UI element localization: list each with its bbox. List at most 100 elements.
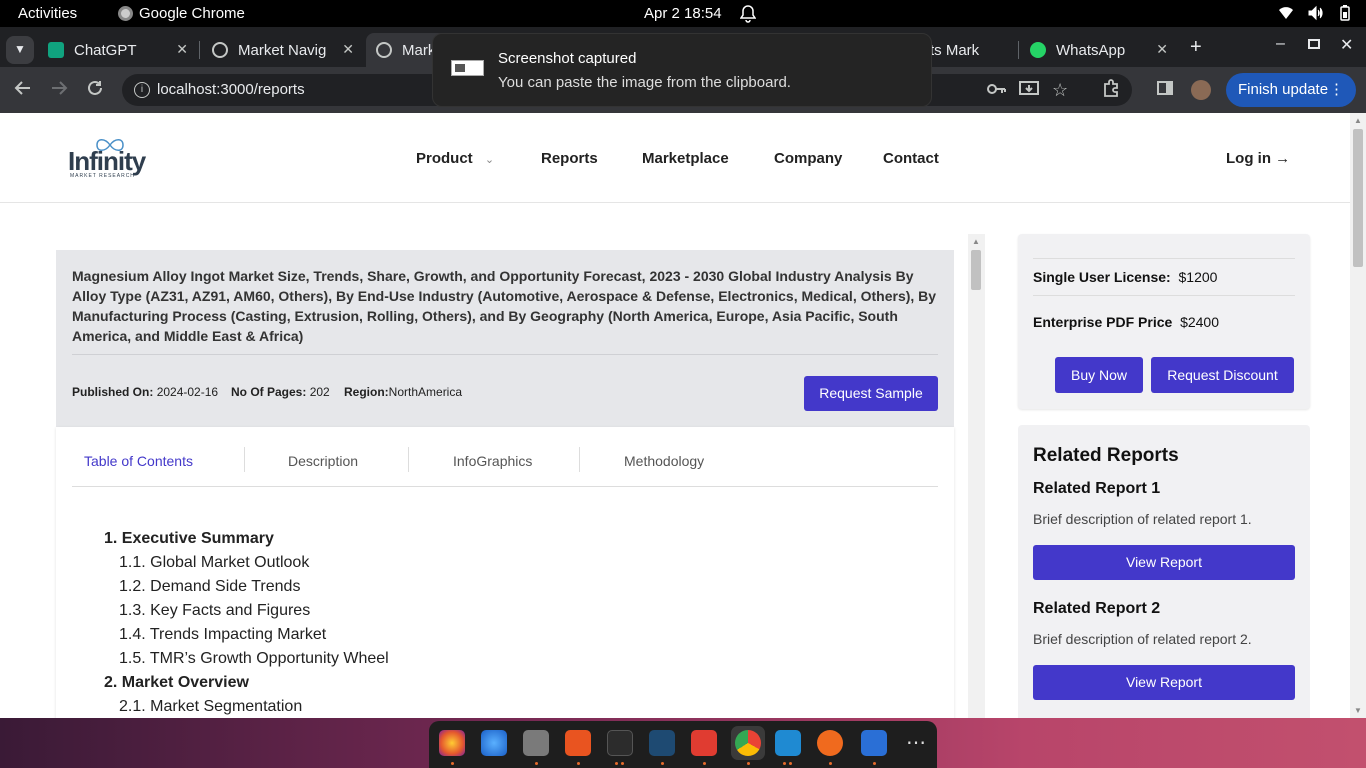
related-reports-title: Related Reports bbox=[1033, 445, 1179, 466]
divider bbox=[1033, 295, 1295, 296]
app-grid-icon[interactable]: ⋯ bbox=[903, 730, 929, 756]
terminal-icon[interactable] bbox=[607, 730, 633, 756]
page-scrollbar[interactable]: ▲ ▼ bbox=[1350, 113, 1366, 718]
tab-description[interactable]: Description bbox=[288, 453, 358, 469]
restore-icon[interactable] bbox=[1308, 39, 1320, 49]
finish-update-label: Finish update bbox=[1238, 81, 1329, 98]
back-icon[interactable] bbox=[14, 79, 32, 97]
chrome-icon bbox=[735, 730, 761, 756]
tab-label: Market Navig bbox=[238, 41, 327, 59]
app-menu[interactable]: Google Chrome bbox=[118, 5, 245, 22]
view-report-button[interactable]: View Report bbox=[1033, 545, 1295, 580]
text-editor-icon[interactable] bbox=[861, 730, 887, 756]
toc-item: 1.5. TMR’s Growth Opportunity Wheel bbox=[119, 650, 389, 667]
software-center-icon[interactable] bbox=[565, 730, 591, 756]
toc-item: 1.4. Trends Impacting Market bbox=[119, 626, 327, 643]
thunderbird-icon[interactable] bbox=[481, 730, 507, 756]
forward-icon[interactable] bbox=[50, 79, 68, 97]
tab-market-partial[interactable]: ts Mark bbox=[920, 33, 1020, 67]
scrollbar-thumb[interactable] bbox=[1353, 129, 1363, 267]
dock: ⋯ bbox=[429, 721, 937, 768]
kebab-menu-icon: ⋮ bbox=[1329, 81, 1344, 98]
toc-section: 2. Market Overview bbox=[104, 674, 249, 691]
request-sample-button[interactable]: Request Sample bbox=[804, 376, 938, 411]
scroll-down-icon[interactable]: ▼ bbox=[1354, 706, 1362, 715]
minimize-icon[interactable]: – bbox=[1276, 35, 1285, 53]
published-value: 2024-02-16 bbox=[156, 385, 219, 399]
tab-market-navig[interactable]: Market Navig ✕ bbox=[202, 33, 364, 67]
tab-whatsapp[interactable]: WhatsApp ✕ bbox=[1020, 33, 1178, 67]
login-link[interactable]: Log in → bbox=[1226, 150, 1290, 167]
reload-icon[interactable] bbox=[86, 79, 104, 97]
tab-chatgpt[interactable]: ChatGPT ✕ bbox=[38, 33, 198, 67]
battery-icon bbox=[1338, 5, 1352, 21]
notification-message: You can paste the image from the clipboa… bbox=[498, 74, 791, 91]
activities-button[interactable]: Activities bbox=[18, 5, 77, 22]
tab-search-button[interactable]: ▼ bbox=[0, 33, 40, 67]
notification-title: Screenshot captured bbox=[498, 50, 637, 67]
request-discount-button[interactable]: Request Discount bbox=[1151, 357, 1294, 393]
key-icon[interactable] bbox=[987, 80, 1007, 98]
tab-methodology[interactable]: Methodology bbox=[624, 453, 704, 469]
site-info-icon[interactable]: i bbox=[134, 82, 150, 98]
close-icon[interactable]: ✕ bbox=[342, 41, 354, 58]
install-app-icon[interactable] bbox=[1019, 80, 1039, 98]
toc-item: 1.2. Demand Side Trends bbox=[119, 578, 301, 595]
divider bbox=[72, 486, 938, 487]
new-tab-icon[interactable]: + bbox=[1190, 36, 1202, 59]
chevron-down-icon: ⌄ bbox=[484, 154, 495, 166]
logo[interactable]: Infinity MARKET RESEARCH bbox=[68, 138, 148, 183]
pages-value: 202 bbox=[309, 385, 330, 399]
region-value: NorthAmerica bbox=[388, 385, 463, 399]
nav-company[interactable]: Company bbox=[774, 150, 842, 167]
tab-table-of-contents[interactable]: Table of Contents bbox=[84, 453, 193, 469]
scroll-up-icon[interactable]: ▲ bbox=[1354, 116, 1362, 125]
related-report-name: Related Report 2 bbox=[1033, 600, 1161, 617]
content-scrollbar[interactable]: ▲ bbox=[968, 234, 985, 718]
screenshot-notification[interactable]: Screenshot captured You can paste the im… bbox=[432, 33, 932, 107]
finish-update-button[interactable]: Finish update ⋮ bbox=[1226, 73, 1356, 107]
nav-marketplace[interactable]: Marketplace bbox=[642, 150, 729, 167]
enterprise-license-row: Enterprise PDF Price $2400 bbox=[1033, 314, 1219, 330]
nav-reports[interactable]: Reports bbox=[541, 150, 598, 167]
clock[interactable]: Apr 2 18:54 bbox=[644, 5, 722, 22]
side-panel-icon[interactable] bbox=[1156, 79, 1174, 97]
close-icon[interactable]: ✕ bbox=[1156, 41, 1168, 58]
url-text[interactable]: localhost:3000/reports bbox=[157, 81, 305, 98]
screenshot-thumbnail-icon bbox=[451, 60, 484, 76]
profile-avatar[interactable] bbox=[1191, 80, 1211, 100]
divider bbox=[1033, 258, 1295, 259]
scroll-up-icon[interactable]: ▲ bbox=[972, 237, 980, 246]
view-report-button[interactable]: View Report bbox=[1033, 665, 1295, 700]
nav-contact[interactable]: Contact bbox=[883, 150, 939, 167]
single-license-label: Single User License: bbox=[1033, 269, 1171, 285]
postman-icon[interactable] bbox=[817, 730, 843, 756]
system-tray[interactable] bbox=[1278, 5, 1352, 21]
buy-now-button[interactable]: Buy Now bbox=[1055, 357, 1143, 393]
firefox-icon[interactable] bbox=[439, 730, 465, 756]
single-license-row: Single User License: $1200 bbox=[1033, 269, 1217, 285]
toc-item: 1.1. Global Market Outlook bbox=[119, 554, 310, 571]
tab-infographics[interactable]: InfoGraphics bbox=[453, 453, 532, 469]
divider bbox=[244, 447, 245, 472]
extensions-icon[interactable] bbox=[1102, 79, 1120, 97]
related-report-description: Brief description of related report 2. bbox=[1033, 631, 1252, 647]
pages-meta: No Of Pages: 202 bbox=[231, 385, 330, 399]
desktop-background: ⋯ bbox=[0, 718, 1366, 768]
volume-icon bbox=[1308, 5, 1324, 21]
related-report-name: Related Report 1 bbox=[1033, 480, 1161, 497]
toc-section: 1. Executive Summary bbox=[104, 530, 274, 547]
logo-subtitle: MARKET RESEARCH bbox=[70, 173, 135, 179]
bookmark-star-icon[interactable]: ☆ bbox=[1052, 80, 1068, 101]
database-tool-icon[interactable] bbox=[649, 730, 675, 756]
vscode-icon[interactable] bbox=[775, 730, 801, 756]
tab-label: WhatsApp bbox=[1056, 41, 1126, 59]
wifi-icon bbox=[1278, 5, 1294, 21]
nav-product[interactable]: Product ⌄ bbox=[416, 150, 494, 167]
anydesk-icon[interactable] bbox=[691, 730, 717, 756]
close-icon[interactable]: ✕ bbox=[176, 41, 188, 58]
scrollbar-thumb[interactable] bbox=[971, 250, 981, 290]
files-icon[interactable] bbox=[523, 730, 549, 756]
close-window-icon[interactable]: ✕ bbox=[1340, 35, 1353, 55]
single-license-price: $1200 bbox=[1178, 269, 1218, 285]
